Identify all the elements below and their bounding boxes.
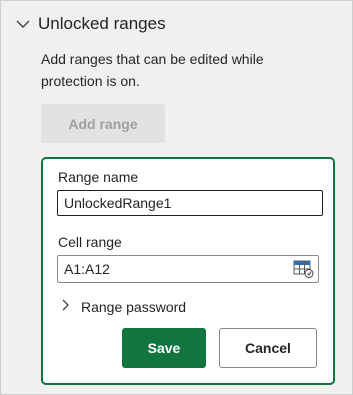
protection-panel: Unlocked ranges Add ranges that can be e… <box>0 0 353 395</box>
range-password-label: Range password <box>81 299 187 315</box>
range-name-label: Range name <box>58 169 139 185</box>
unlocked-ranges-header[interactable]: Unlocked ranges <box>15 11 166 37</box>
cell-range-value: A1:A12 <box>64 261 110 277</box>
section-title: Unlocked ranges <box>38 14 166 33</box>
chevron-down-icon <box>15 16 31 32</box>
section-description: Add ranges that can be edited while prot… <box>41 51 264 89</box>
range-editor-card: Range name UnlockedRange1 Cell range A1:… <box>41 157 335 385</box>
save-button[interactable]: Save <box>122 328 206 368</box>
cell-range-input[interactable]: A1:A12 <box>57 255 319 283</box>
cancel-button[interactable]: Cancel <box>219 328 317 368</box>
chevron-right-icon <box>61 298 71 317</box>
add-range-button[interactable]: Add range <box>41 104 165 143</box>
cell-range-label: Cell range <box>58 234 122 250</box>
range-password-toggle[interactable]: Range password <box>61 297 186 317</box>
range-name-input[interactable]: UnlockedRange1 <box>57 190 323 216</box>
range-name-value: UnlockedRange1 <box>64 195 172 211</box>
select-range-icon[interactable] <box>292 258 316 280</box>
